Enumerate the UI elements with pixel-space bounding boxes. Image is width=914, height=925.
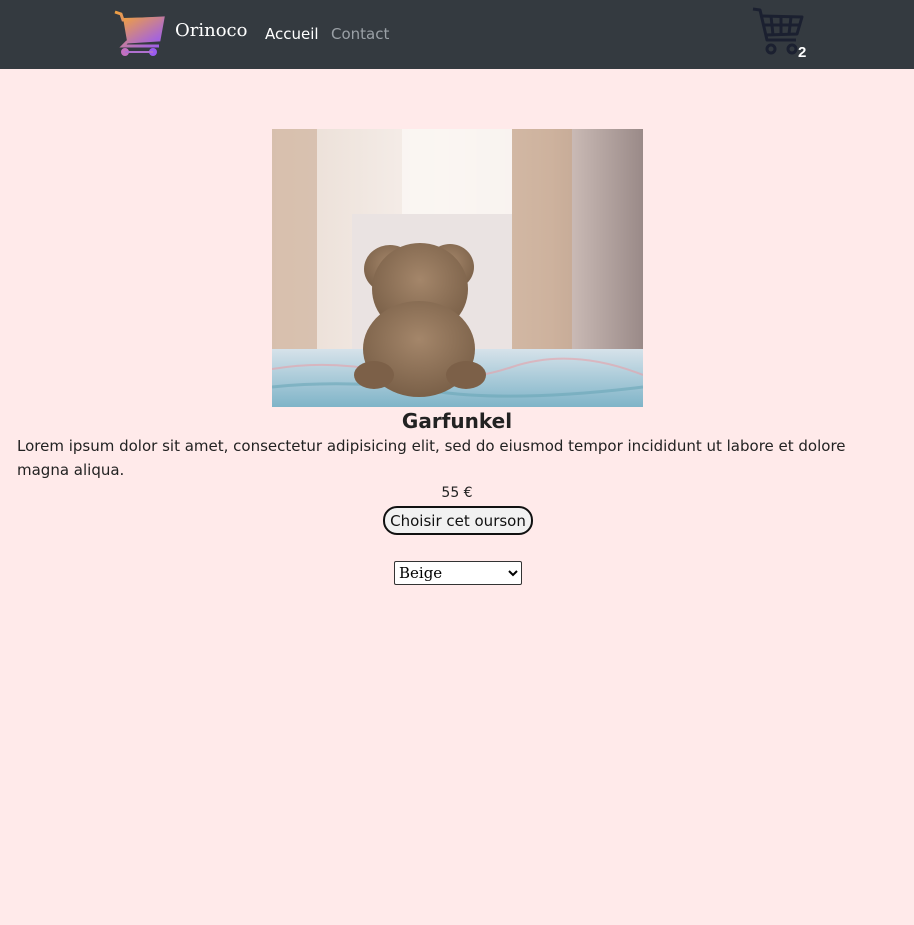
- product-description: Lorem ipsum dolor sit amet, consectetur …: [17, 437, 846, 479]
- cart-logo-icon[interactable]: [113, 10, 167, 58]
- choose-bear-button[interactable]: Choisir cet ourson: [383, 506, 533, 535]
- nav-link-contact[interactable]: Contact: [331, 25, 389, 43]
- product-image: [272, 129, 643, 407]
- product-price: 55 €: [441, 485, 473, 501]
- product-title: Garfunkel: [401, 409, 513, 433]
- brand-name[interactable]: Orinoco: [175, 20, 247, 41]
- shopping-cart-icon: [752, 7, 804, 55]
- color-select[interactable]: Beige: [394, 561, 522, 585]
- cart-button[interactable]: 2: [751, 6, 811, 62]
- nav-link-home[interactable]: Accueil: [265, 25, 319, 43]
- navbar: Orinoco Accueil Contact 2: [0, 0, 914, 69]
- cart-count-badge: 2: [798, 44, 807, 61]
